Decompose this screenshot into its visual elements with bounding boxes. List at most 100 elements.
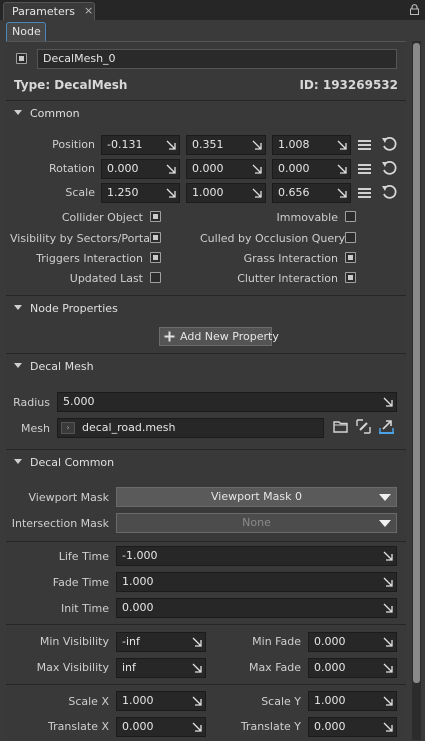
max-visibility-label: Max Visibility xyxy=(36,661,109,674)
collapse-arrow-icon xyxy=(14,305,22,310)
decal-scale-y-field[interactable]: 1.000 xyxy=(308,691,397,711)
section-decal-common-title: Decal Common xyxy=(30,456,115,469)
expand-arrow-icon[interactable] xyxy=(337,188,347,198)
translate-y-value: 0.000 xyxy=(314,720,346,733)
max-visibility-value: inf xyxy=(122,661,136,674)
section-common-header[interactable]: Common xyxy=(6,102,406,124)
expand-arrow-icon[interactable] xyxy=(383,603,393,613)
position-z-value: 1.008 xyxy=(278,138,310,151)
culled-occlusion-label: Culled by Occlusion Query xyxy=(200,232,346,245)
clutter-interaction-label: Clutter Interaction xyxy=(237,272,338,285)
intersection-mask-select[interactable]: None xyxy=(116,513,397,533)
expand-arrow-icon[interactable] xyxy=(337,140,347,150)
chevron-down-icon xyxy=(379,494,391,501)
decal-scale-x-field[interactable]: 1.000 xyxy=(116,691,206,711)
grass-interaction-checkbox[interactable] xyxy=(345,252,356,263)
edit-icon[interactable] xyxy=(356,419,371,434)
mesh-label: Mesh xyxy=(21,422,50,435)
visibility-sectors-checkbox[interactable] xyxy=(150,232,161,243)
rotation-z-field[interactable]: 0.000 xyxy=(272,159,351,179)
scale-z-field[interactable]: 0.656 xyxy=(272,183,351,203)
close-icon[interactable]: × xyxy=(84,4,93,17)
rotation-y-value: 0.000 xyxy=(192,162,224,175)
tab-node[interactable]: Node xyxy=(6,22,46,41)
clutter-interaction-checkbox[interactable] xyxy=(345,272,356,283)
lock-icon[interactable] xyxy=(410,4,419,15)
mesh-field[interactable]: › decal_road.mesh xyxy=(57,418,324,438)
init-time-label: Init Time xyxy=(60,602,109,615)
radius-field[interactable]: 5.000 xyxy=(57,392,397,412)
expand-arrow-icon[interactable] xyxy=(383,397,393,407)
reset-icon[interactable] xyxy=(381,184,397,200)
node-enabled-checkbox[interactable] xyxy=(16,53,27,64)
menu-icon[interactable] xyxy=(358,140,371,150)
expand-arrow-icon[interactable] xyxy=(252,140,262,150)
viewport-mask-select[interactable]: Viewport Mask 0 xyxy=(116,487,397,507)
expand-arrow-icon[interactable] xyxy=(192,663,202,673)
fade-time-field[interactable]: 1.000 xyxy=(116,572,397,592)
immovable-label: Immovable xyxy=(276,211,338,224)
position-z-field[interactable]: 1.008 xyxy=(272,135,351,155)
min-visibility-value: -inf xyxy=(122,635,140,648)
section-decal-mesh-header[interactable]: Decal Mesh xyxy=(6,355,406,377)
translate-x-field[interactable]: 0.000 xyxy=(116,717,206,737)
rotation-x-field[interactable]: 0.000 xyxy=(101,159,180,179)
expand-arrow-icon[interactable] xyxy=(192,696,202,706)
tab-parameters[interactable]: Parameters × xyxy=(3,2,95,20)
section-node-properties-header[interactable]: Node Properties xyxy=(6,297,406,319)
expand-arrow-icon[interactable] xyxy=(192,637,202,647)
life-time-value: -1.000 xyxy=(122,549,158,562)
max-visibility-field[interactable]: inf xyxy=(116,658,206,678)
scrollbar-thumb[interactable] xyxy=(413,43,420,683)
expand-arrow-icon[interactable] xyxy=(252,164,262,174)
add-new-property-label: Add New Property xyxy=(180,330,279,343)
expand-arrow-icon[interactable] xyxy=(383,663,393,673)
max-fade-field[interactable]: 0.000 xyxy=(308,658,397,678)
radius-label: Radius xyxy=(13,396,50,409)
fade-time-value: 1.000 xyxy=(122,575,154,588)
triggers-interaction-label: Triggers Interaction xyxy=(36,252,143,265)
reset-icon[interactable] xyxy=(381,136,397,152)
min-fade-field[interactable]: 0.000 xyxy=(308,632,397,652)
life-time-field[interactable]: -1.000 xyxy=(116,546,397,566)
reset-icon[interactable] xyxy=(381,160,397,176)
immovable-checkbox[interactable] xyxy=(345,211,356,222)
section-decal-common-header[interactable]: Decal Common xyxy=(6,451,406,473)
expand-arrow-icon[interactable] xyxy=(252,188,262,198)
position-y-field[interactable]: 0.351 xyxy=(186,135,266,155)
triggers-interaction-checkbox[interactable] xyxy=(150,252,161,263)
scale-x-field[interactable]: 1.250 xyxy=(101,183,180,203)
mesh-file-icon: › xyxy=(61,422,75,434)
expand-arrow-icon[interactable] xyxy=(383,551,393,561)
init-time-field[interactable]: 0.000 xyxy=(116,598,397,618)
expand-arrow-icon[interactable] xyxy=(192,722,202,732)
menu-icon[interactable] xyxy=(358,188,371,198)
updated-last-checkbox[interactable] xyxy=(150,272,161,283)
jump-to-icon[interactable] xyxy=(378,419,395,434)
rotation-label: Rotation xyxy=(48,162,95,175)
min-visibility-field[interactable]: -inf xyxy=(116,632,206,652)
position-x-field[interactable]: -0.131 xyxy=(101,135,180,155)
folder-icon[interactable] xyxy=(333,420,348,433)
rotation-y-field[interactable]: 0.000 xyxy=(186,159,266,179)
menu-icon[interactable] xyxy=(358,164,371,174)
add-new-property-button[interactable]: Add New Property xyxy=(159,327,279,346)
rotation-x-value: 0.000 xyxy=(107,162,139,175)
expand-arrow-icon[interactable] xyxy=(337,164,347,174)
expand-arrow-icon[interactable] xyxy=(383,637,393,647)
expand-arrow-icon[interactable] xyxy=(383,696,393,706)
min-fade-label: Min Fade xyxy=(252,635,301,648)
position-y-value: 0.351 xyxy=(192,138,224,151)
expand-arrow-icon[interactable] xyxy=(383,722,393,732)
expand-arrow-icon[interactable] xyxy=(166,164,176,174)
scale-y-field[interactable]: 1.000 xyxy=(186,183,266,203)
expand-arrow-icon[interactable] xyxy=(166,188,176,198)
expand-arrow-icon[interactable] xyxy=(166,140,176,150)
position-label: Position xyxy=(52,138,95,151)
culled-occlusion-checkbox[interactable] xyxy=(345,232,356,243)
node-name-input[interactable]: DecalMesh_0 xyxy=(37,49,397,69)
collapse-arrow-icon xyxy=(14,363,22,368)
collider-object-checkbox[interactable] xyxy=(150,211,161,222)
expand-arrow-icon[interactable] xyxy=(383,577,393,587)
translate-y-field[interactable]: 0.000 xyxy=(308,717,397,737)
